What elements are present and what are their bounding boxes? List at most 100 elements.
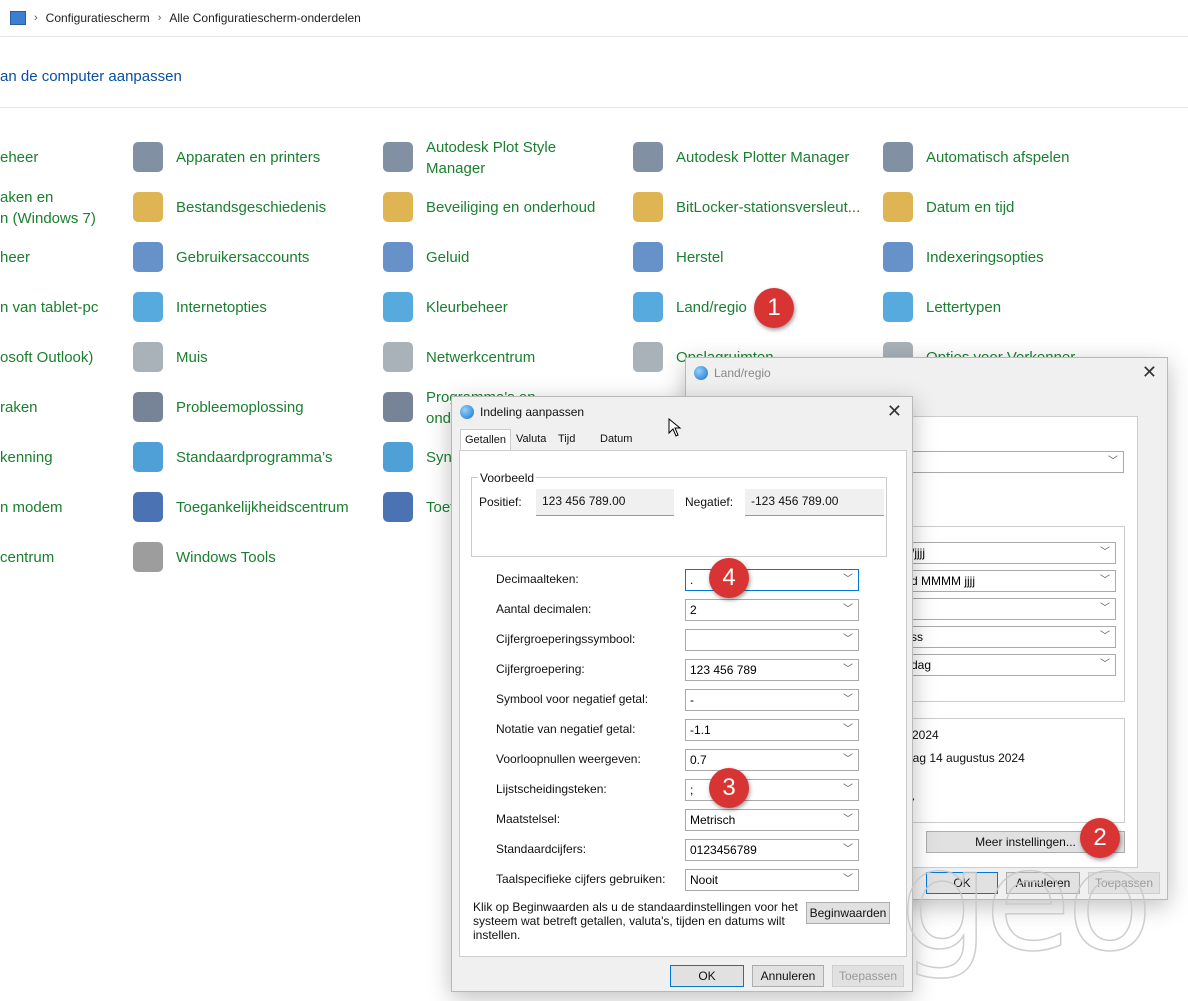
- accessibility-icon: [133, 492, 163, 522]
- control-panel-item[interactable]: Herstel: [676, 247, 724, 268]
- setting-select[interactable]: - ﹀: [685, 689, 859, 711]
- ok-button[interactable]: OK: [670, 965, 744, 987]
- window-title: Land/regio: [714, 366, 771, 380]
- chevron-down-icon: ﹀: [843, 784, 853, 795]
- search-index-icon: [883, 242, 913, 272]
- plotter-manager-icon: [633, 142, 663, 172]
- breadcrumb-item[interactable]: Configuratiescherm: [46, 11, 150, 25]
- control-panel-item[interactable]: osoft Outlook): [0, 347, 93, 368]
- chevron-down-icon: ﹀: [843, 574, 853, 585]
- keyboard-icon: [383, 492, 413, 522]
- globe-icon: [133, 292, 163, 322]
- setting-select[interactable]: ﹀: [685, 629, 859, 651]
- control-panel-item[interactable]: eheer: [0, 147, 38, 168]
- control-panel-item[interactable]: aken en n (Windows 7): [0, 187, 96, 229]
- key-icon: [633, 192, 663, 222]
- control-panel-item[interactable]: Internetopties: [176, 297, 267, 318]
- control-panel-item[interactable]: Datum en tijd: [926, 197, 1014, 218]
- control-panel-item[interactable]: Standaardprogramma’s: [176, 447, 332, 468]
- control-panel-item[interactable]: Beveiliging en onderhoud: [426, 197, 595, 218]
- watermark-logo: geo: [899, 819, 1153, 984]
- setting-label: Maatstelsel:: [496, 812, 561, 826]
- setting-select[interactable]: 0.7 ﹀: [685, 749, 859, 771]
- chevron-down-icon: ﹀: [843, 844, 853, 855]
- control-panel-item[interactable]: Autodesk Plot Style Manager: [426, 137, 556, 179]
- cancel-button[interactable]: Annuleren: [752, 965, 824, 987]
- network-icon: [383, 342, 413, 372]
- control-panel-item[interactable]: Kleurbeheer: [426, 297, 508, 318]
- chevron-down-icon: ﹀: [843, 604, 853, 615]
- control-panel-item[interactable]: Apparaten en printers: [176, 147, 320, 168]
- setting-select[interactable]: Nooit ﹀: [685, 869, 859, 891]
- globe-icon: [460, 405, 474, 419]
- setting-select[interactable]: 2 ﹀: [685, 599, 859, 621]
- chevron-down-icon: ﹀: [843, 694, 853, 705]
- apply-button[interactable]: Toepassen: [832, 965, 904, 987]
- short-date-select[interactable]: /jjjj ﹀: [906, 542, 1116, 564]
- step-badge: 3: [709, 768, 749, 808]
- first-day-select[interactable]: dag ﹀: [906, 654, 1116, 676]
- control-panel-item[interactable]: n van tablet-pc: [0, 297, 98, 318]
- control-panel-item[interactable]: Lettertypen: [926, 297, 1001, 318]
- positive-label: Positief:: [479, 495, 522, 509]
- plotter-icon: [383, 142, 413, 172]
- control-panel-item[interactable]: heer: [0, 247, 30, 268]
- sync-icon: [383, 442, 413, 472]
- reset-note: Klik op Beginwaarden als u de standaardi…: [473, 900, 798, 942]
- calendar-clock-icon: [883, 192, 913, 222]
- close-icon[interactable]: ✕: [1142, 362, 1157, 383]
- setting-label: Taalspecifieke cijfers gebruiken:: [496, 872, 666, 886]
- control-panel-item[interactable]: Automatisch afspelen: [926, 147, 1069, 168]
- chevron-down-icon: ﹀: [843, 754, 853, 765]
- control-panel-item[interactable]: Toegankelijkheidscentrum: [176, 497, 349, 518]
- long-date-select[interactable]: d MMMM jjjj ﹀: [906, 570, 1116, 592]
- setting-select[interactable]: Metrisch ﹀: [685, 809, 859, 831]
- reset-button[interactable]: Beginwaarden: [806, 902, 890, 924]
- tab-tijd[interactable]: Tijd: [554, 429, 579, 449]
- tab-getallen[interactable]: Getallen: [460, 429, 511, 450]
- setting-label: Notatie van negatief getal:: [496, 722, 636, 736]
- breadcrumb: › Configuratiescherm › Alle Configuratie…: [0, 0, 1188, 37]
- control-panel-item[interactable]: Muis: [176, 347, 208, 368]
- short-time-select[interactable]: ﹀: [906, 598, 1116, 620]
- control-panel-item[interactable]: centrum: [0, 547, 54, 568]
- breadcrumb-item[interactable]: Alle Configuratiescherm-onderdelen: [169, 11, 360, 25]
- setting-select[interactable]: -1.1 ﹀: [685, 719, 859, 741]
- preview-legend: Voorbeeld: [478, 471, 537, 485]
- control-panel-item[interactable]: Gebruikersaccounts: [176, 247, 309, 268]
- setting-label: Voorloopnullen weergeven:: [496, 752, 641, 766]
- control-panel-item[interactable]: Land/regio: [676, 297, 747, 318]
- close-icon[interactable]: ✕: [887, 401, 902, 422]
- control-panel-item[interactable]: raken: [0, 397, 38, 418]
- control-panel-item[interactable]: Indexeringsopties: [926, 247, 1044, 268]
- tab-datum[interactable]: Datum: [596, 429, 636, 449]
- control-panel-item[interactable]: Autodesk Plotter Manager: [676, 147, 849, 168]
- mouse-icon: [133, 342, 163, 372]
- folder-history-icon: [133, 192, 163, 222]
- setting-label: Standaardcijfers:: [496, 842, 587, 856]
- setting-select[interactable]: 0123456789 ﹀: [685, 839, 859, 861]
- step-badge: 4: [709, 558, 749, 598]
- chevron-right-icon: ›: [34, 12, 38, 24]
- setting-label: Decimaalteken:: [496, 572, 579, 586]
- dialog-title: Indeling aanpassen: [480, 405, 585, 419]
- control-panel-item[interactable]: BitLocker-stationsversleut...: [676, 197, 860, 218]
- chevron-down-icon: ﹀: [843, 664, 853, 675]
- control-panel-item[interactable]: Bestandsgeschiedenis: [176, 197, 326, 218]
- chevron-right-icon: ›: [157, 12, 162, 24]
- mouse-cursor-icon: [668, 418, 682, 437]
- format-select[interactable]: ﹀: [906, 451, 1124, 473]
- control-panel-item[interactable]: n modem: [0, 497, 63, 518]
- setting-label: Cijfergroeperingssymbool:: [496, 632, 636, 646]
- control-panel-item[interactable]: Netwerkcentrum: [426, 347, 535, 368]
- control-panel-item[interactable]: Probleemoplossing: [176, 397, 304, 418]
- control-panel-item[interactable]: Geluid: [426, 247, 469, 268]
- negative-preview: -123 456 789.00: [745, 489, 884, 516]
- setting-select[interactable]: 123 456 789 ﹀: [685, 659, 859, 681]
- long-time-select[interactable]: ss ﹀: [906, 626, 1116, 648]
- negative-label: Negatief:: [685, 495, 734, 509]
- globe-clock-icon: [633, 292, 663, 322]
- tab-valuta[interactable]: Valuta: [512, 429, 550, 449]
- control-panel-item[interactable]: Windows Tools: [176, 547, 276, 568]
- control-panel-item[interactable]: kenning: [0, 447, 53, 468]
